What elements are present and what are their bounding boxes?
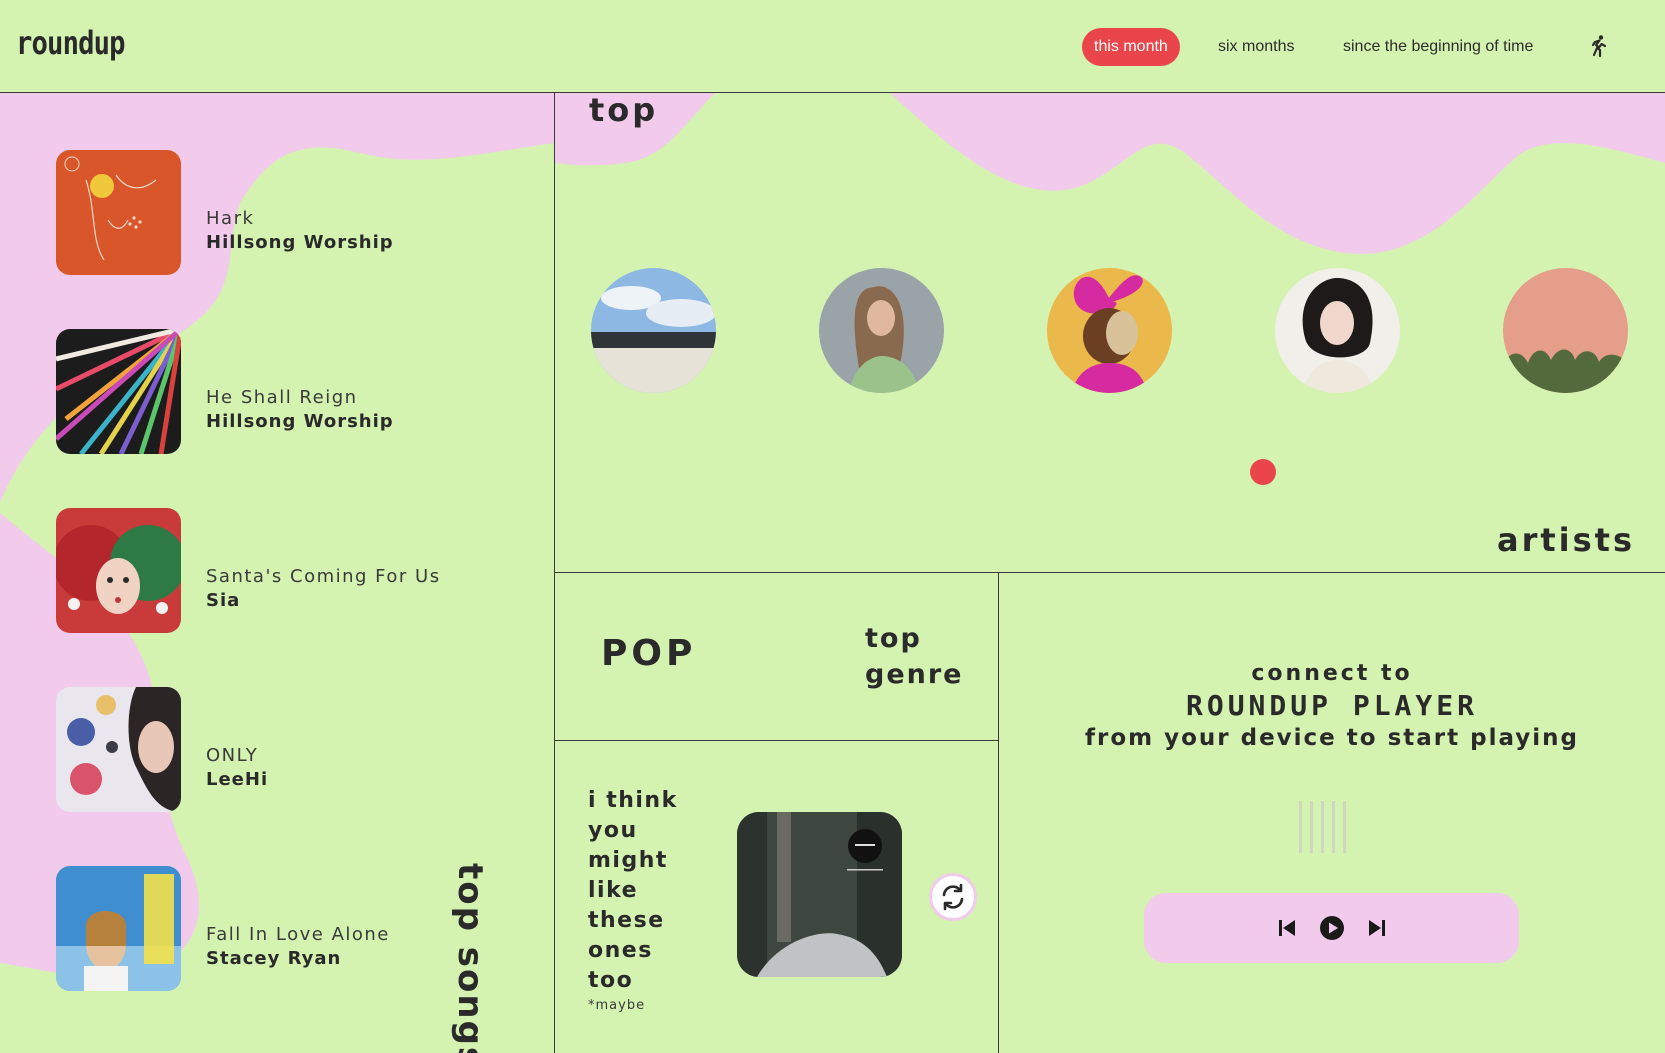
song-item[interactable]: ONLY LeeHi xyxy=(56,687,536,812)
visualizer-bar xyxy=(1310,801,1313,853)
player-connect-line: connect to xyxy=(1251,661,1413,686)
top-genre-value: POP xyxy=(601,633,697,674)
visualizer-bar xyxy=(1332,801,1335,853)
song-title: Santa's Coming For Us xyxy=(206,566,441,587)
suggestion-line: too xyxy=(588,968,634,993)
top-genre-panel: POP top genre xyxy=(555,573,999,741)
song-title: Hark xyxy=(206,208,255,229)
player-panel: connect to ROUNDUP PLAYER from your devi… xyxy=(999,573,1665,1053)
range-this-month-button[interactable]: this month xyxy=(1082,28,1180,66)
top-artists-panel: top artists xyxy=(555,93,1665,573)
skip-next-icon[interactable] xyxy=(1364,915,1390,941)
song-artist: Hillsong Worship xyxy=(206,232,394,253)
audio-visualizer xyxy=(1299,801,1359,853)
album-cover xyxy=(56,508,181,633)
suggestion-panel: i think you might like these ones too *m… xyxy=(555,741,999,1053)
album-cover xyxy=(56,150,181,275)
top-genre-label: top genre xyxy=(865,621,964,693)
song-artist: Hillsong Worship xyxy=(206,411,394,432)
suggestion-line: i think xyxy=(588,788,678,813)
suggestion-line: like xyxy=(588,878,639,903)
player-name: ROUNDUP PLAYER xyxy=(1185,689,1478,722)
refresh-icon xyxy=(942,883,964,911)
top-songs-label: top songs xyxy=(450,863,490,1053)
range-all-time-button[interactable]: since the beginning of time xyxy=(1331,28,1545,66)
running-person-icon[interactable] xyxy=(1586,34,1610,58)
suggestion-line: these xyxy=(588,908,665,933)
skip-previous-icon[interactable] xyxy=(1274,915,1300,941)
song-artist: Sia xyxy=(206,590,241,611)
suggested-album-cover[interactable] xyxy=(737,812,902,977)
suggestion-line: you xyxy=(588,818,638,843)
top-genre-label-line1: top xyxy=(865,623,922,654)
app-logo[interactable]: roundup xyxy=(16,24,126,62)
artist-avatar[interactable] xyxy=(1047,268,1172,393)
album-cover xyxy=(56,866,181,991)
song-title: He Shall Reign xyxy=(206,387,358,408)
suggestion-line: ones xyxy=(588,938,653,963)
artist-avatar[interactable] xyxy=(591,268,716,393)
song-item[interactable]: He Shall Reign Hillsong Worship xyxy=(56,329,536,454)
song-artist: LeeHi xyxy=(206,769,269,790)
player-instruction: from your device to start playing xyxy=(1084,725,1580,751)
visualizer-bar xyxy=(1343,801,1346,853)
suggestion-note: *maybe xyxy=(588,998,646,1013)
song-title: ONLY xyxy=(206,745,259,766)
song-item[interactable]: Santa's Coming For Us Sia xyxy=(56,508,536,633)
playback-controls xyxy=(1144,893,1519,963)
top-artists-label-top: top xyxy=(589,93,659,129)
album-cover xyxy=(56,329,181,454)
song-title: Fall In Love Alone xyxy=(206,924,390,945)
range-six-months-button[interactable]: six months xyxy=(1206,28,1306,66)
top-songs-panel: Hark Hillsong Worship He Shall Reign Hil… xyxy=(0,93,555,1053)
artist-avatar[interactable] xyxy=(1503,268,1628,393)
carousel-indicator-dot[interactable] xyxy=(1250,459,1276,485)
top-artists-label-bottom: artists xyxy=(1496,521,1635,559)
visualizer-bar xyxy=(1299,801,1302,853)
visualizer-bar xyxy=(1321,801,1324,853)
play-icon[interactable] xyxy=(1319,915,1345,941)
top-genre-label-line2: genre xyxy=(865,659,964,690)
suggestion-line: might xyxy=(588,848,668,873)
suggestion-heading: i think you might like these ones too xyxy=(588,786,678,996)
refresh-suggestions-button[interactable] xyxy=(929,873,977,921)
artist-avatar[interactable] xyxy=(819,268,944,393)
app-header: roundup this month six months since the … xyxy=(0,0,1665,93)
song-item[interactable]: Hark Hillsong Worship xyxy=(56,150,536,275)
album-cover xyxy=(56,687,181,812)
artist-avatar[interactable] xyxy=(1275,268,1400,393)
song-artist: Stacey Ryan xyxy=(206,948,342,969)
